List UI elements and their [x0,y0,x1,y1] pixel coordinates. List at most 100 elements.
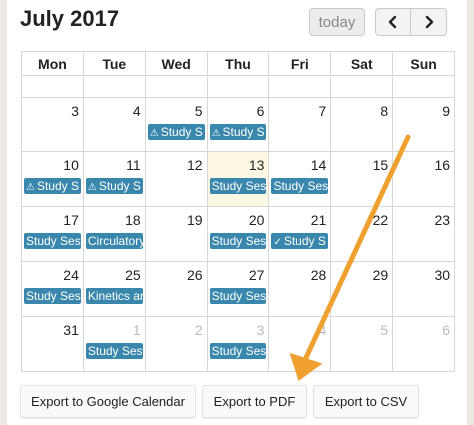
day-number[interactable]: 15 [373,157,389,173]
day-cell[interactable]: 22 [331,207,394,261]
day-number[interactable]: 6 [442,322,450,338]
day-number[interactable]: 24 [63,267,79,283]
day-number[interactable]: 17 [63,212,79,228]
day-cell[interactable]: 17 Study Ses [22,207,84,261]
day-number[interactable]: 27 [249,267,265,283]
day-cell[interactable]: 5 [331,317,394,371]
day-number[interactable]: 21 [311,212,327,228]
prev-month-button[interactable] [375,8,411,36]
calendar-event[interactable]: Study Ses [271,178,329,194]
month-grid: Mon Tue Wed Thu Fri Sat Sun 3 4 5 ⚠ Study S 6 ⚠ Study… [21,51,455,372]
day-number[interactable]: 5 [195,103,203,119]
day-cell[interactable]: 10 ⚠ Study S [22,152,84,206]
day-number[interactable]: 20 [249,212,265,228]
day-number[interactable]: 28 [311,267,327,283]
day-cell[interactable]: 1 Study Ses [84,317,146,371]
day-number[interactable]: 9 [442,103,450,119]
day-number[interactable]: 26 [187,267,203,283]
day-cell[interactable]: 19 [146,207,208,261]
calendar-event[interactable]: Study Ses [209,178,267,194]
day-number[interactable]: 2 [195,322,203,338]
day-number[interactable]: 22 [373,212,389,228]
day-cell[interactable]: 26 [146,262,208,316]
day-cell[interactable]: 15 [331,152,394,206]
day-cell[interactable]: 3 [22,98,84,151]
day-number[interactable]: 11 [126,157,141,173]
day-cell[interactable]: 30 [393,262,454,316]
calendar-event[interactable]: ⚠ Study S [147,124,205,140]
day-cell[interactable] [146,77,208,97]
day-number[interactable]: 19 [187,212,203,228]
day-number[interactable]: 4 [319,322,327,338]
calendar-event[interactable]: ⚠ Study S [24,178,81,194]
day-cell[interactable]: 12 [146,152,208,206]
next-month-button[interactable] [410,8,447,36]
day-cell[interactable]: 6 ⚠ Study S [208,98,270,151]
day-number[interactable]: 6 [257,103,265,119]
day-cell[interactable] [22,77,84,97]
day-number[interactable]: 1 [133,322,141,338]
calendar-event[interactable]: Study Ses [24,288,81,304]
day-number[interactable]: 29 [373,267,389,283]
day-number[interactable]: 23 [434,212,450,228]
day-number[interactable]: 5 [380,322,388,338]
calendar-event[interactable]: Kinetics ar [85,288,143,304]
day-number[interactable]: 3 [257,322,265,338]
calendar-event[interactable]: ⚠ Study S [85,178,143,194]
day-cell[interactable]: 27 Study Ses [208,262,270,316]
calendar-event[interactable]: Study Ses [209,233,267,249]
day-cell[interactable] [208,77,270,97]
day-number[interactable]: 7 [319,103,327,119]
day-cell[interactable]: 11 ⚠ Study S [84,152,146,206]
day-cell[interactable]: 14 Study Ses [269,152,332,206]
today-button[interactable]: today [309,8,365,36]
day-number[interactable]: 31 [63,322,79,338]
day-number[interactable]: 18 [125,212,141,228]
day-cell[interactable]: 4 [84,98,146,151]
day-cell[interactable]: 21 ✓ Study S [269,207,332,261]
day-number[interactable]: 14 [311,157,327,173]
day-cell[interactable] [393,77,454,97]
calendar-event[interactable]: ✓ Study S [271,233,329,249]
day-cell[interactable]: 8 [331,98,394,151]
calendar-event[interactable]: Study Ses [24,233,81,249]
day-cell[interactable]: 28 [269,262,332,316]
day-number[interactable]: 13 [249,157,265,173]
day-cell[interactable]: 3 Study Ses [208,317,270,371]
day-number[interactable]: 30 [434,267,450,283]
calendar-event[interactable]: Study Ses [85,343,143,359]
day-cell[interactable]: 7 [269,98,332,151]
weekday-header-sat: Sat [331,52,394,75]
day-cell[interactable]: 23 [393,207,454,261]
day-cell[interactable]: 9 [393,98,454,151]
day-number[interactable]: 4 [133,103,141,119]
day-cell-today[interactable]: 13 Study Ses [207,152,270,206]
day-cell[interactable]: 29 [331,262,394,316]
day-cell[interactable]: 20 Study Ses [208,207,270,261]
day-number[interactable]: 3 [71,103,79,119]
export-csv-button[interactable]: Export to CSV [313,385,419,418]
day-cell[interactable]: 25 Kinetics ar [84,262,146,316]
day-number[interactable]: 25 [125,267,141,283]
calendar-event[interactable]: Study Ses [209,343,267,359]
export-pdf-button[interactable]: Export to PDF [202,385,307,418]
day-cell[interactable]: 16 [393,152,454,206]
day-cell[interactable]: 31 [22,317,84,371]
calendar-event[interactable]: ⚠ Study S [209,124,267,140]
day-cell[interactable]: 18 Circulatory [84,207,146,261]
export-google-calendar-button[interactable]: Export to Google Calendar [20,385,196,418]
day-cell[interactable] [269,77,332,97]
day-number[interactable]: 8 [380,103,388,119]
day-cell[interactable] [331,77,394,97]
day-cell[interactable]: 24 Study Ses [22,262,84,316]
day-cell[interactable]: 5 ⚠ Study S [146,98,208,151]
day-number[interactable]: 16 [434,157,450,173]
day-cell[interactable]: 6 [393,317,454,371]
day-cell[interactable]: 2 [146,317,208,371]
day-number[interactable]: 12 [187,157,203,173]
calendar-event[interactable]: Study Ses [209,288,267,304]
day-number[interactable]: 10 [63,157,79,173]
day-cell[interactable]: 4 [269,317,332,371]
calendar-event[interactable]: Circulatory [85,233,143,249]
day-cell[interactable] [84,77,146,97]
